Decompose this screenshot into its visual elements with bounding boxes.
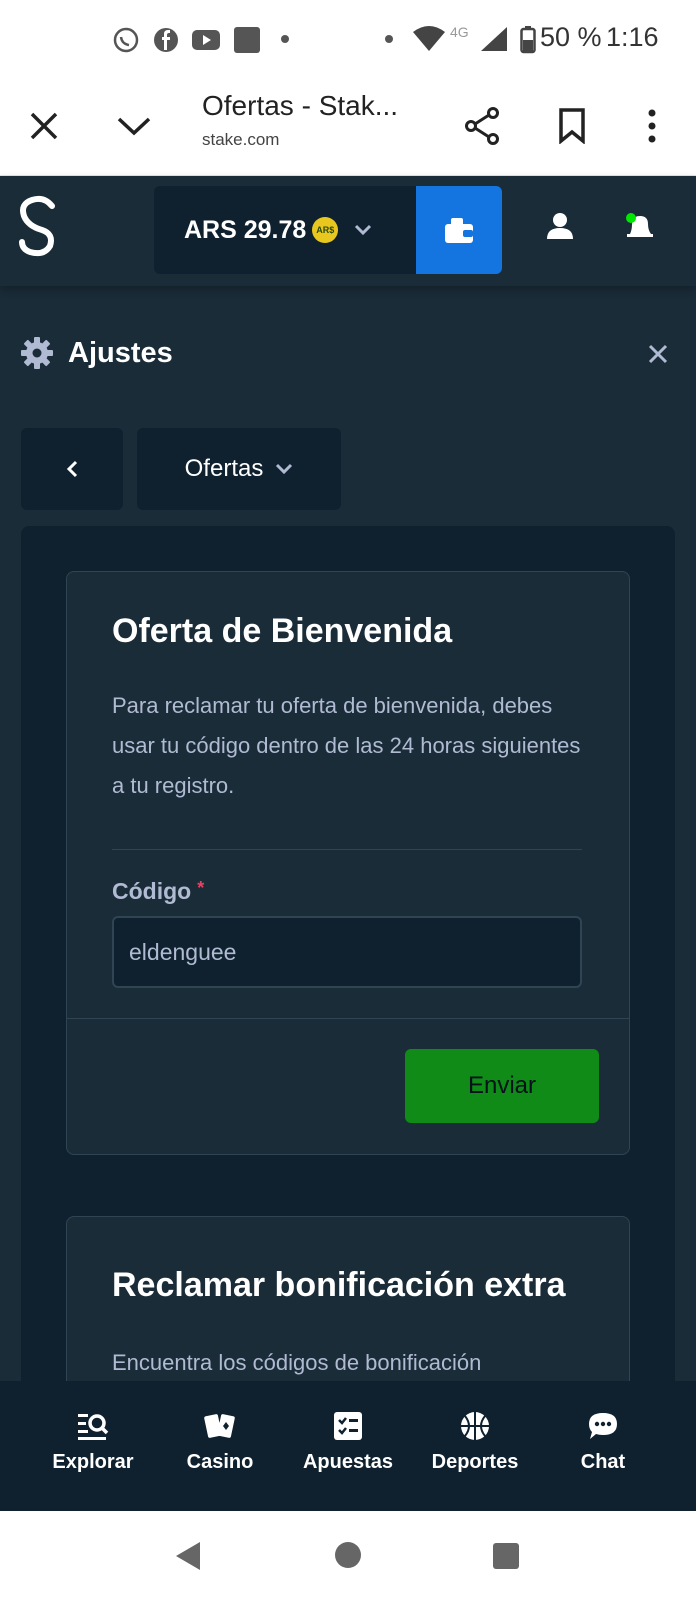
required-mark: *: [197, 878, 205, 898]
checklist-icon: [334, 1412, 362, 1440]
close-settings-icon[interactable]: [648, 344, 668, 364]
search-list-icon: [78, 1414, 109, 1440]
clock: 1:16: [606, 22, 659, 52]
divider: [112, 849, 582, 850]
back-button[interactable]: [21, 428, 123, 510]
app-header: ARS 29.78 AR$: [0, 176, 696, 286]
share-button[interactable]: [454, 98, 510, 154]
page-url: stake.com: [202, 130, 280, 149]
card-footer-divider: [67, 1018, 629, 1019]
system-navigation-bar: [0, 1511, 696, 1600]
page-title: Ofertas - Stak...: [202, 90, 399, 121]
user-icon[interactable]: [546, 212, 574, 240]
settings-heading: Ajustes: [20, 336, 173, 370]
nav-label: Deportes: [431, 1451, 519, 1473]
nav-deportes[interactable]: Deportes: [411, 1411, 539, 1474]
welcome-offer-card: Oferta de Bienvenida Para reclamar tu of…: [66, 571, 630, 1155]
cards-icon: [204, 1414, 235, 1438]
stake-logo-icon[interactable]: [14, 194, 64, 258]
notification-bell-icon[interactable]: [624, 212, 656, 242]
system-home-icon[interactable]: [334, 1541, 362, 1569]
code-label-text: Código: [112, 878, 192, 904]
balance-selector[interactable]: ARS 29.78 AR$: [154, 186, 416, 274]
battery-icon: [520, 26, 536, 54]
more-vertical-icon: [648, 109, 656, 143]
extra-bonus-title: Reclamar bonificación extra: [112, 1266, 566, 1304]
nav-casino[interactable]: Casino: [156, 1411, 284, 1474]
nav-label: Apuestas: [302, 1451, 394, 1473]
extra-bonus-description: Encuentra los códigos de bonificación: [112, 1350, 482, 1375]
close-icon: [30, 112, 58, 140]
chevron-left-icon: [66, 460, 78, 478]
basketball-icon: [461, 1412, 489, 1440]
chevron-down-icon: [117, 117, 151, 136]
section-dropdown-label: Ofertas: [184, 455, 264, 482]
close-tab-button[interactable]: [16, 98, 72, 154]
system-back-icon[interactable]: [174, 1541, 202, 1571]
chevron-down-icon: [276, 463, 293, 475]
balance-amount: ARS 29.78: [184, 215, 307, 244]
submit-button[interactable]: Enviar: [405, 1049, 599, 1123]
share-icon: [465, 107, 499, 145]
browser-toolbar: Ofertas - Stak... stake.com: [0, 78, 696, 176]
network-type: 4G: [450, 24, 469, 40]
minimize-button[interactable]: [106, 98, 162, 154]
youtube-icon: [192, 30, 220, 50]
wifi-icon: [413, 26, 445, 51]
code-input[interactable]: [112, 916, 582, 988]
facebook-icon: [154, 28, 178, 52]
chevron-down-icon: [355, 224, 372, 236]
more-options-button[interactable]: [624, 98, 680, 154]
welcome-offer-description: Para reclamar tu oferta de bienvenida, d…: [112, 693, 581, 798]
wallet-button[interactable]: [416, 186, 502, 274]
whatsapp-icon: [113, 27, 139, 53]
currency-coin-icon: AR$: [312, 217, 339, 243]
bottom-navigation: Explorar Casino Apuestas Deportes Chat: [0, 1381, 696, 1511]
bookmark-button[interactable]: [544, 98, 600, 154]
bookmark-icon: [559, 108, 585, 144]
notification-dot-icon: [281, 35, 289, 43]
settings-title: Ajustes: [68, 336, 173, 369]
nav-label: Casino: [186, 1451, 254, 1473]
nav-chat[interactable]: Chat: [539, 1411, 667, 1474]
nav-apuestas[interactable]: Apuestas: [284, 1411, 412, 1474]
nav-explorar[interactable]: Explorar: [29, 1411, 157, 1474]
wallet-icon: [445, 218, 473, 243]
system-recents-icon[interactable]: [492, 1542, 520, 1570]
dot-icon: [385, 35, 393, 43]
code-label: Código *: [112, 878, 204, 905]
battery-level: 50 %: [540, 22, 602, 52]
app-icon: [234, 27, 260, 53]
status-bar: 4G 50 % 1:16: [0, 0, 696, 78]
section-dropdown[interactable]: Ofertas: [137, 428, 341, 510]
chat-bubble-icon: [589, 1413, 617, 1439]
gear-icon: [21, 337, 53, 369]
signal-icon: [481, 27, 507, 51]
welcome-offer-title: Oferta de Bienvenida: [112, 612, 453, 650]
nav-label: Explorar: [52, 1451, 134, 1473]
nav-label: Chat: [580, 1451, 626, 1473]
